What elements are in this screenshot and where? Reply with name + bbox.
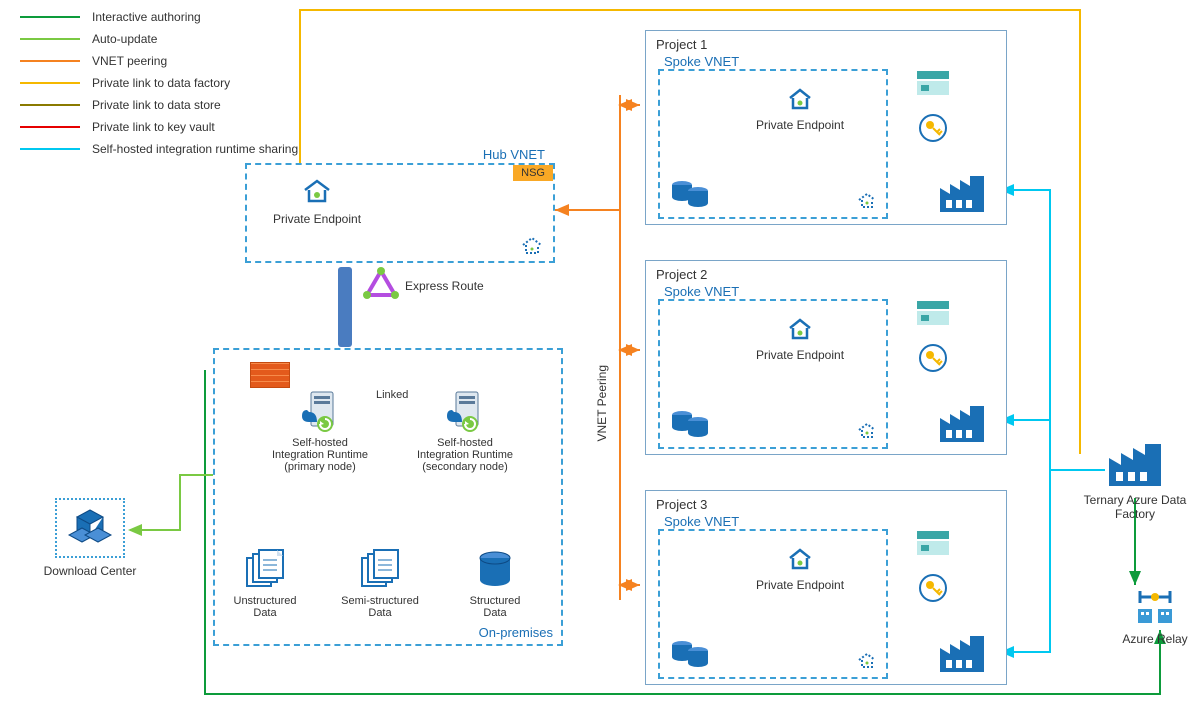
semistructured-label: Semi-structured Data (335, 595, 425, 619)
database-cluster-icon (670, 633, 712, 669)
shir-secondary-label: Self-hosted Integration Runtime (seconda… (400, 437, 530, 473)
private-endpoint-icon (297, 173, 337, 207)
legend-item: VNET peering (20, 54, 298, 68)
legend-label: Private link to key vault (92, 120, 215, 134)
private-endpoint-label: Private Endpoint (257, 212, 377, 226)
private-endpoint-icon (783, 313, 817, 343)
data-factory-icon (938, 404, 986, 444)
project-title: Project 1 (656, 37, 707, 52)
legend-label: Interactive authoring (92, 10, 201, 24)
private-endpoint-label: Private Endpoint (745, 578, 855, 592)
private-endpoint: Private Endpoint (745, 83, 855, 132)
private-endpoint: Private Endpoint (745, 313, 855, 362)
data-factory-icon (938, 174, 986, 214)
azure-relay-icon (1132, 585, 1178, 627)
gateway-icon (338, 267, 352, 347)
ternary-adf: Ternary Azure Data Factory (1065, 442, 1204, 521)
database-cluster-icon (670, 403, 712, 439)
data-factory-icon (1107, 442, 1163, 488)
structured-data: Structured Data (455, 550, 535, 619)
spoke-vnet-title: Spoke VNET (664, 514, 739, 529)
spoke-vnet-title: Spoke VNET (664, 54, 739, 69)
legend: Interactive authoring Auto-update VNET p… (20, 10, 298, 164)
shir-secondary: Self-hosted Integration Runtime (seconda… (400, 388, 530, 473)
unstructured-label: Unstructured Data (225, 595, 305, 619)
hub-vnet-title: Hub VNET (483, 147, 545, 162)
private-endpoint-label: Private Endpoint (745, 348, 855, 362)
private-endpoint: Private Endpoint (745, 543, 855, 592)
data-store-icon (915, 69, 951, 97)
private-endpoint-label: Private Endpoint (745, 118, 855, 132)
legend-label: Auto-update (92, 32, 157, 46)
nsg-badge: NSG (513, 165, 553, 181)
legend-label: Self-hosted integration runtime sharing (92, 142, 298, 156)
express-route-icon (362, 267, 400, 303)
legend-item: Private link to data store (20, 98, 298, 112)
structured-label: Structured Data (455, 595, 535, 619)
project-2-box: Project 2 Spoke VNET Private Endpoint (645, 260, 1007, 455)
download-center: Download Center (35, 498, 145, 578)
legend-item: Interactive authoring (20, 10, 298, 24)
project-3-box: Project 3 Spoke VNET Private Endpoint (645, 490, 1007, 685)
express-route: Express Route (340, 267, 500, 306)
private-endpoint-icon (783, 83, 817, 113)
data-store-icon (915, 529, 951, 557)
vnet-peering-label: VNET Peering (595, 365, 609, 441)
legend-item: Auto-update (20, 32, 298, 46)
legend-item: Self-hosted integration runtime sharing (20, 142, 298, 156)
legend-label: Private link to data store (92, 98, 221, 112)
firewall-icon (250, 362, 290, 388)
vnet-icon (517, 233, 547, 257)
database-icon (475, 550, 515, 590)
boxes-icon (67, 508, 113, 548)
legend-item: Private link to key vault (20, 120, 298, 134)
project-1-box: Project 1 Spoke VNET Private Endpoint (645, 30, 1007, 225)
data-store-icon (915, 299, 951, 327)
legend-item: Private link to data factory (20, 76, 298, 90)
database-cluster-icon (670, 173, 712, 209)
key-vault-icon (918, 573, 948, 603)
shir-primary-label: Self-hosted Integration Runtime (primary… (255, 437, 385, 473)
data-factory-icon (938, 634, 986, 674)
vnet-icon (854, 649, 880, 671)
files-icon (358, 550, 402, 590)
spoke-vnet-title: Spoke VNET (664, 284, 739, 299)
private-endpoint-hub: Private Endpoint (257, 173, 377, 226)
shir-primary: Self-hosted Integration Runtime (primary… (255, 388, 385, 473)
key-vault-icon (918, 113, 948, 143)
vnet-icon (854, 419, 880, 441)
files-icon (243, 550, 287, 590)
express-route-label: Express Route (405, 279, 484, 293)
project-title: Project 3 (656, 497, 707, 512)
legend-label: Private link to data factory (92, 76, 230, 90)
private-endpoint-icon (783, 543, 817, 573)
project-title: Project 2 (656, 267, 707, 282)
onprem-box: On-premises Self-hosted Integration Runt… (213, 348, 563, 646)
download-center-label: Download Center (35, 564, 145, 578)
unstructured-data: Unstructured Data (225, 550, 305, 619)
ternary-adf-label: Ternary Azure Data Factory (1065, 493, 1204, 521)
key-vault-icon (918, 343, 948, 373)
azure-relay: Azure Relay (1105, 585, 1204, 646)
azure-relay-label: Azure Relay (1105, 632, 1204, 646)
vnet-icon (854, 189, 880, 211)
semistructured-data: Semi-structured Data (335, 550, 425, 619)
server-icon (442, 388, 488, 432)
legend-label: VNET peering (92, 54, 167, 68)
server-icon (297, 388, 343, 432)
onprem-title: On-premises (479, 625, 553, 640)
hub-vnet-box: Hub VNET NSG Private Endpoint (245, 163, 555, 263)
